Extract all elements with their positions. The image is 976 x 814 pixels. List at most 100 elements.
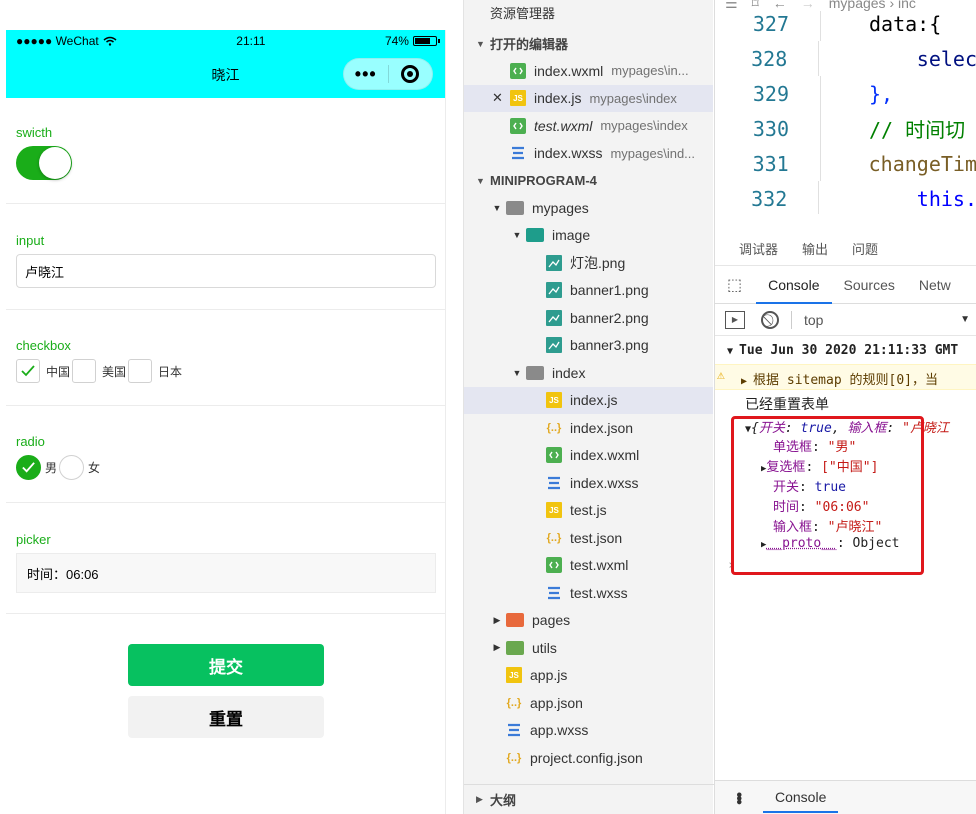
tree-item[interactable]: test.wxml [464, 552, 713, 580]
panel-tabs: 调试器 输出 问题 [715, 232, 976, 266]
checkbox-option[interactable]: 美国 [72, 359, 128, 383]
status-bar: ●●●●● WeChat 21:11 74% [6, 30, 445, 52]
checkbox-box[interactable] [128, 359, 152, 383]
tree-item[interactable]: ▶ pages [464, 607, 713, 635]
folder-icon [506, 200, 524, 215]
wxml-file-icon [510, 117, 526, 134]
image-file-icon [546, 282, 562, 299]
tree-item[interactable]: {..} project.config.json [464, 744, 713, 772]
drawer-console-tab[interactable]: Console [763, 783, 839, 813]
nav-bar: 晓江 ••• [6, 52, 445, 98]
panel-tab[interactable]: 输出 [802, 239, 828, 258]
tree-item[interactable]: test.wxss [464, 579, 713, 607]
sidebar-toggle-icon[interactable]: ▶ [725, 310, 745, 329]
open-editor-item[interactable]: index.wxss mypages\ind... [464, 140, 713, 168]
checkbox-group: 中国 美国 日本 [16, 359, 435, 383]
tree-item[interactable]: index.wxss [464, 469, 713, 497]
tree-item[interactable]: ▼ image [464, 222, 713, 250]
tree-item[interactable]: ▼ mypages [464, 194, 713, 222]
tree-item[interactable]: banner1.png [464, 277, 713, 305]
tree-item[interactable]: {..} app.json [464, 689, 713, 717]
status-time: 21:11 [236, 34, 266, 48]
checkbox-box[interactable] [72, 359, 96, 383]
code-text: this. [916, 186, 976, 211]
radio-text: 女 [88, 461, 101, 475]
radio-circle[interactable] [16, 455, 41, 480]
tree-item[interactable]: banner2.png [464, 304, 713, 332]
tree-item[interactable]: JS test.js [464, 497, 713, 525]
tree-item[interactable]: ▼ index [464, 359, 713, 387]
time-picker[interactable]: 时间：06:06 [16, 553, 436, 593]
outline-header[interactable]: ▶ 大纲 [464, 784, 714, 814]
forward-arrow-icon[interactable]: → [801, 0, 815, 11]
chevron-right-icon: ▶ [476, 794, 483, 804]
reset-button[interactable]: 重置 [128, 696, 324, 738]
tree-item[interactable]: banner3.png [464, 332, 713, 360]
editor-toolbar: ☰ ⌑ ← → mypages › inc [725, 0, 976, 11]
folder-icon [506, 640, 524, 655]
open-editor-item[interactable]: ✕ JS index.js mypages\index [464, 84, 713, 112]
carrier: ●●●●● WeChat [16, 34, 117, 48]
open-editors-header[interactable]: ▼ 打开的编辑器 [464, 30, 713, 57]
devtools-tab[interactable]: Console [756, 266, 832, 304]
input-section: input [6, 204, 445, 310]
tree-item[interactable]: 灯泡.png [464, 249, 713, 277]
switch-knob [39, 147, 71, 179]
bookmark-icon[interactable]: ⌑ [752, 0, 759, 11]
open-editor-item[interactable]: test.wxml mypages\index [464, 112, 713, 140]
battery-icon [412, 36, 440, 46]
radio-option[interactable]: 男 [16, 455, 59, 480]
page-title: 晓江 [211, 67, 240, 83]
name-input[interactable] [16, 254, 436, 288]
line-number: 328 [751, 46, 788, 71]
devtools-tab[interactable]: Netw [907, 266, 963, 304]
submit-button[interactable]: 提交 [128, 644, 324, 686]
tree-item[interactable]: {..} test.json [464, 524, 713, 552]
context-select[interactable]: top [804, 312, 823, 328]
js-file-icon: JS [546, 392, 562, 409]
devtools-tab[interactable]: Sources [832, 266, 907, 304]
radio-section: radio 男女 [6, 406, 445, 503]
checkbox-option[interactable]: 中国 [16, 359, 72, 383]
clear-console-icon[interactable]: ⃠ [761, 310, 779, 329]
tree-item[interactable]: ▶ utils [464, 634, 713, 662]
code-editor[interactable]: 327 data:{328 selec 329}, 330 // 时间切 331 change… [715, 6, 976, 214]
close-mini-program-button[interactable] [389, 65, 433, 83]
project-header[interactable]: ▼ MINIPROGRAM-4 [464, 167, 713, 194]
switch-section: swicth [6, 98, 445, 204]
tree-item[interactable]: JS app.js [464, 662, 713, 690]
console-warning[interactable]: ⚠ ▶ 根据 sitemap 的规则[0]，当 [715, 364, 976, 390]
more-options-icon[interactable]: ••• [729, 792, 747, 803]
checkbox-box[interactable] [16, 359, 40, 383]
breadcrumb[interactable]: mypages › inc [829, 0, 916, 11]
checkbox-section: checkbox 中国 美国 日本 [6, 310, 445, 406]
panel-tab[interactable]: 调试器 [739, 239, 778, 258]
radio-option[interactable]: 女 [59, 455, 102, 480]
inspect-element-icon[interactable]: ⬚ [727, 275, 742, 295]
explorer-panel: 资源管理器 ▼ 打开的编辑器 index.wxml mypages\in... ✕ JS… [463, 0, 714, 814]
more-menu-button[interactable]: ••• [344, 60, 388, 88]
console-toolbar: ▶ ⃠ top ▼ [715, 304, 976, 336]
checkbox-option[interactable]: 日本 [128, 359, 184, 383]
console-group-header[interactable]: ▼ Tue Jun 30 2020 21:11:33 GMT [715, 338, 976, 364]
warning-icon: ⚠ [717, 368, 725, 383]
wxml-file-icon [510, 62, 526, 79]
checkbox-text: 日本 [158, 364, 183, 379]
chevron-down-icon: ▼ [512, 230, 522, 241]
tree-item[interactable]: {..} index.json [464, 414, 713, 442]
list-icon[interactable]: ☰ [725, 0, 738, 11]
chevron-down-icon: ▼ [492, 202, 502, 213]
back-arrow-icon[interactable]: ← [773, 0, 787, 11]
line-number: 330 [752, 116, 789, 141]
json-file-icon: {..} [546, 421, 562, 434]
tree-item[interactable]: app.wxss [464, 717, 713, 745]
line-number: 329 [752, 81, 789, 106]
chevron-down-icon[interactable]: ▼ [960, 314, 970, 325]
tree-item[interactable]: index.wxml [464, 442, 713, 470]
radio-circle[interactable] [59, 455, 85, 480]
open-editor-item[interactable]: index.wxml mypages\in... [464, 57, 713, 85]
tree-item[interactable]: JS index.js [464, 386, 713, 414]
panel-tab[interactable]: 问题 [852, 239, 878, 258]
close-icon[interactable]: ✕ [492, 90, 503, 106]
toggle-switch[interactable] [16, 146, 72, 180]
